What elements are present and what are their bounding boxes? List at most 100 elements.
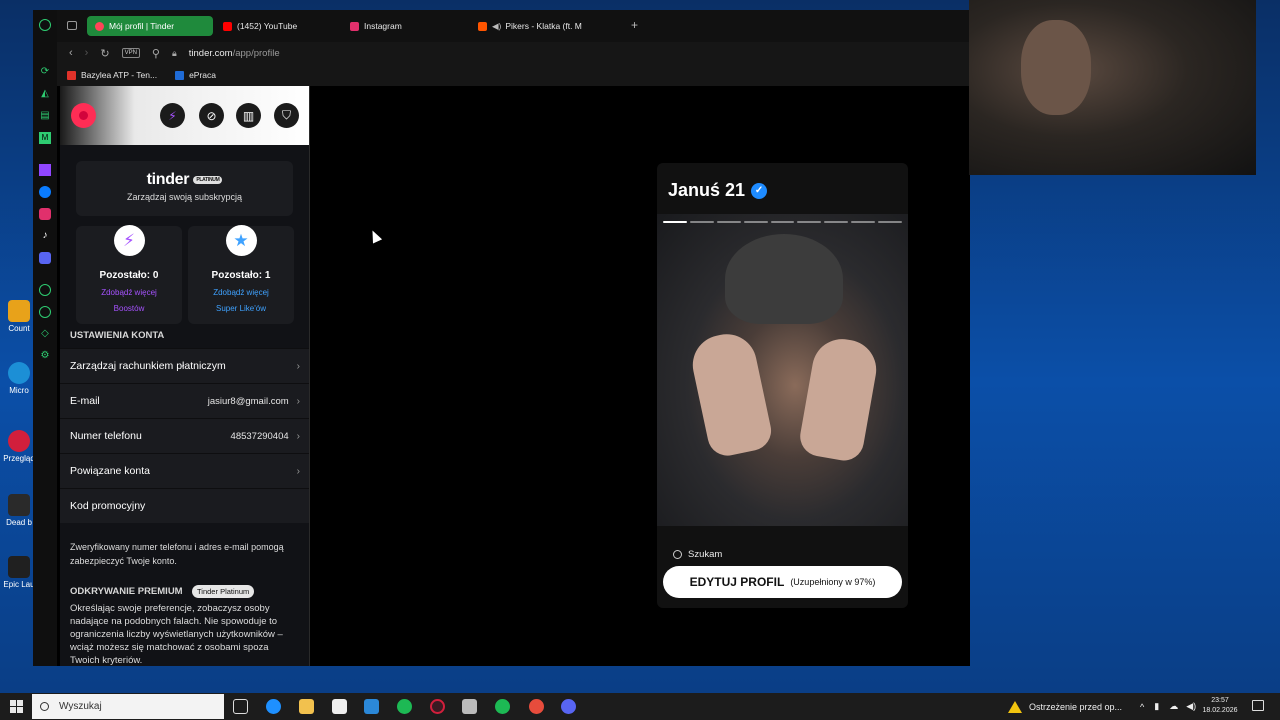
player-icon[interactable] [39, 284, 51, 296]
settings-icon[interactable]: ⚙ [39, 350, 51, 362]
bookmark-bazylea[interactable]: Bazylea ATP - Ten... [67, 70, 157, 80]
superlike-card[interactable]: ★ Pozostało: 1 Zdobądź więcej Super Like'… [188, 225, 294, 324]
lock-icon[interactable]: 🔒︎ [172, 48, 177, 59]
photo-indicator[interactable] [851, 221, 876, 223]
forward-icon[interactable]: › [85, 47, 89, 59]
opera-taskbar-icon[interactable] [430, 699, 445, 714]
platinum-card[interactable]: tinder PLATINUM Zarządzaj swoją subskryp… [76, 161, 293, 216]
outlook-icon[interactable] [364, 699, 379, 714]
promo-code-row[interactable]: Kod promocyjny [60, 488, 309, 523]
cards-icon: ▥ [242, 108, 255, 123]
connected-accounts-row[interactable]: Powiązane konta › [60, 453, 309, 488]
speaker-icon[interactable]: ◀) [492, 21, 501, 32]
desktop-icon-browser[interactable]: Przegląd [2, 430, 36, 463]
store-icon[interactable] [332, 699, 347, 714]
taskbar-search[interactable]: Wyszukaj [32, 694, 224, 719]
explore-button[interactable]: ⊘ [199, 103, 224, 128]
safety-button[interactable]: ⛉ [274, 103, 299, 128]
photo-indicator[interactable] [770, 221, 795, 223]
photo-hand-left [687, 328, 775, 460]
spotify-icon-2[interactable] [495, 699, 510, 714]
edit-profile-button[interactable]: EDYTUJ PROFIL (Uzupełniony w 97%) [663, 566, 902, 598]
phone-row[interactable]: Numer telefonu 48537290404 › [60, 418, 309, 453]
crypto-wallet-icon[interactable]: ▤ [39, 110, 51, 122]
get-more-boosts-link[interactable]: Zdobądź więcej Boostów [76, 285, 182, 317]
email-row[interactable]: E-mail jasiur8@gmail.com › [60, 383, 309, 418]
chevron-right-icon: › [296, 430, 300, 442]
tab-tinder[interactable]: Mój profil | Tinder [87, 16, 213, 36]
verification-note: Zweryfikowany numer telefonu i adres e-m… [70, 542, 284, 566]
photo-indicator[interactable] [824, 221, 849, 223]
tab-instagram[interactable]: Instagram [342, 16, 462, 36]
vpn-badge[interactable]: VPN [121, 48, 140, 58]
platinum-badge: PLATINUM [193, 175, 223, 184]
payment-account-row[interactable]: Zarządzaj rachunkiem płatniczym › [60, 348, 309, 383]
microphone-icon[interactable]: ▮ [1154, 701, 1159, 712]
photo-indicator[interactable] [878, 221, 903, 223]
photo-indicator[interactable] [743, 221, 768, 223]
history-icon[interactable] [39, 306, 51, 318]
chevron-up-icon[interactable]: ^ [1140, 702, 1144, 712]
boost-button[interactable]: ⚡︎ [160, 103, 185, 128]
location-icon[interactable]: ⚲ [152, 47, 160, 60]
file-explorer-icon[interactable] [299, 699, 314, 714]
new-tab-button[interactable]: + [631, 18, 638, 32]
tab-manager-icon[interactable] [67, 21, 77, 30]
tab-soundcloud[interactable]: ◀) Pikers - Klatka (ft. M [470, 16, 595, 36]
chevron-right-icon: › [296, 395, 300, 407]
chevron-right-icon: › [296, 465, 300, 477]
discord-taskbar-icon[interactable] [561, 699, 576, 714]
profile-settings-panel: ⚡︎ ⊘ ▥ ⛉ tinder PLATINUM Zarządzaj swoją… [60, 86, 310, 666]
volume-icon[interactable]: ◀) [1186, 701, 1196, 712]
task-view-icon[interactable] [233, 699, 248, 714]
back-icon[interactable]: ‹ [69, 47, 73, 59]
desktop-icon-microsoft[interactable]: Micro [2, 362, 36, 395]
address-bar: ‹ › ↻ VPN ⚲ 🔒︎ tinder.com/app/profile [57, 42, 970, 64]
photo-hand-right [797, 334, 881, 464]
tab-youtube[interactable]: (1452) YouTube [215, 16, 335, 36]
boost-card[interactable]: ⚡︎ Pozostało: 0 Zdobądź więcej Boostów [76, 225, 182, 324]
app-icon[interactable] [462, 699, 477, 714]
twitch-icon[interactable] [39, 164, 51, 176]
account-settings-title: USTAWIENIA KONTA [70, 330, 165, 341]
profile-avatar-button[interactable] [71, 103, 96, 128]
instagram-sidebar-icon[interactable] [39, 208, 51, 220]
bookmark-epraca[interactable]: ePraca [175, 70, 216, 80]
youtube-icon [223, 21, 232, 31]
photo-indicator[interactable] [663, 221, 687, 223]
panel-header: ⚡︎ ⊘ ▥ ⛉ [60, 86, 309, 145]
extensions-icon[interactable]: ◇ [39, 328, 51, 340]
opera-logo-icon[interactable] [39, 19, 51, 31]
manage-subscription-link[interactable]: Zarządzaj swoją subskrypcją [76, 192, 293, 202]
clock[interactable]: 23:57 18.02.2026 [1200, 696, 1240, 716]
desktop-icon-dead-by-daylight[interactable]: Dead b [2, 494, 36, 527]
swipe-button[interactable]: ▥ [236, 103, 261, 128]
photo-indicator[interactable] [797, 221, 822, 223]
desktop-icon-count[interactable]: Count [2, 300, 36, 333]
consumables-row: ⚡︎ Pozostało: 0 Zdobądź więcej Boostów ★ … [76, 225, 295, 324]
profile-photo[interactable] [657, 214, 908, 526]
notifications-icon[interactable] [1252, 700, 1264, 711]
boost-lightning-icon: ⚡︎ [113, 225, 145, 256]
bookmarks-bar: Bazylea ATP - Ten... ePraca [57, 64, 970, 86]
reload-page-icon[interactable]: ↻ [100, 47, 109, 60]
get-more-superlikes-link[interactable]: Zdobądź więcej Super Like'ów [188, 285, 294, 317]
aria-icon[interactable]: ◭ [39, 88, 51, 100]
opera-sidebar: ⟳ ◭ ▤ M ♪ ◇ ⚙ [33, 10, 57, 666]
reload-icon[interactable]: ⟳ [39, 66, 51, 78]
system-tray[interactable]: Ostrzeżenie przed op... ^ ▮ ☁ ◀) [1008, 693, 1196, 720]
tiktok-icon[interactable]: ♪ [39, 230, 51, 242]
edge-icon[interactable] [266, 699, 281, 714]
windows-start-icon[interactable] [10, 700, 23, 713]
url-field[interactable]: tinder.com/app/profile [189, 48, 280, 59]
photo-indicator[interactable] [689, 221, 714, 223]
desktop-icon-epic-launcher[interactable]: Epic Lau [2, 556, 36, 589]
photo-indicator[interactable] [716, 221, 741, 223]
star-icon: ★ [225, 225, 257, 256]
network-icon[interactable]: ☁ [1169, 701, 1178, 712]
m-app-icon[interactable]: M [39, 132, 51, 144]
messenger-icon[interactable] [39, 186, 51, 198]
discord-icon[interactable] [39, 252, 51, 264]
spotify-icon[interactable] [397, 699, 412, 714]
chrome-icon[interactable] [529, 699, 544, 714]
